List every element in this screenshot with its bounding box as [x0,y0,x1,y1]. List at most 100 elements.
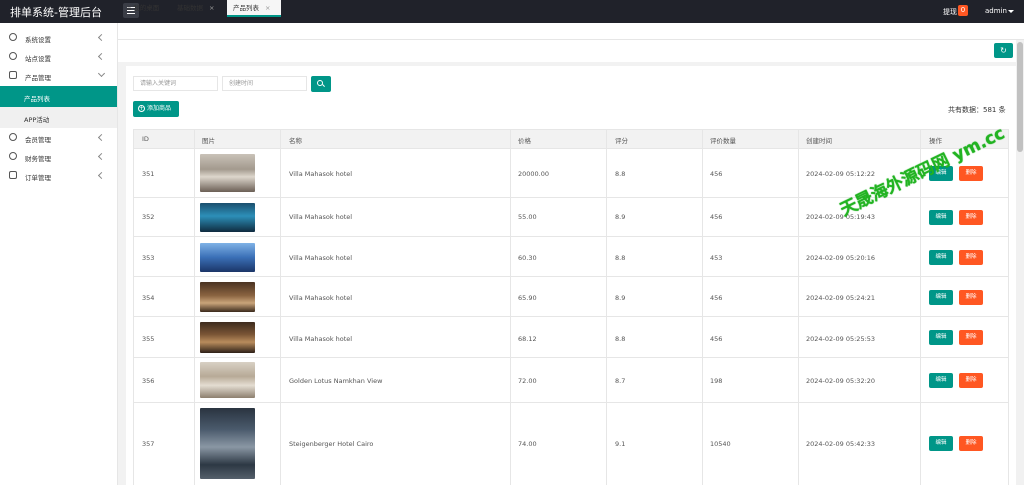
created-time-input[interactable]: 创建时间 [222,76,307,91]
search-button[interactable] [311,76,331,92]
close-icon[interactable]: × [209,4,214,12]
notice-count-badge: 0 [958,5,968,16]
tab-bar [118,23,1024,40]
chevron-down-icon [1008,10,1014,13]
cell-id: 354 [142,294,155,302]
col-header-created: 创建时间 [806,137,832,145]
sidebar-subitem-product-list[interactable]: 产品列表 [0,86,117,107]
cell-price: 72.00 [518,377,537,385]
sidebar-item-member-management[interactable]: 会员管理 [0,129,118,147]
cell-name: Golden Lotus Namkhan View [289,377,383,385]
table-row [133,317,1009,358]
col-header-name: 名称 [289,137,302,145]
cell-rating: 8.9 [615,294,626,302]
cell-id: 351 [142,170,155,178]
cell-name: Villa Mahasok hotel [289,170,353,178]
cell-name: Steigenberger Hotel Cairo [289,440,374,448]
chevron-left-icon [97,52,106,61]
close-icon[interactable]: × [265,4,270,12]
cell-created: 2024-02-09 05:12:22 [806,170,876,178]
table-row [133,237,1009,277]
edit-button[interactable]: 编辑 [929,373,953,388]
cell-rating: 8.8 [615,254,626,262]
cell-name: Villa Mahasok hotel [289,213,353,221]
edit-button[interactable]: 编辑 [929,330,953,345]
refresh-button[interactable]: ↻ [994,43,1013,58]
product-image[interactable] [200,243,255,272]
cell-id: 352 [142,213,155,221]
delete-button[interactable]: 删除 [959,166,983,181]
edit-button[interactable]: 编辑 [929,436,953,451]
cell-id: 353 [142,254,155,262]
scrollbar-thumb[interactable] [1017,42,1023,152]
sidebar-item-site-settings[interactable]: 站点设置 [0,48,118,66]
cell-created: 2024-02-09 05:42:33 [806,440,876,448]
chevron-left-icon [97,33,106,42]
box-icon [9,71,17,79]
tab-my-desktop[interactable]: ⌂ 我的桌面 [124,0,172,17]
withdraw-notice-link[interactable]: 提现 [943,7,957,17]
sidebar-subitem-app-activity[interactable]: APP活动 [0,107,117,128]
sidebar-item-order-management[interactable]: 订单管理 [0,167,118,185]
add-product-button[interactable]: + 添加商品 [133,101,179,117]
sidebar-item-finance-management[interactable]: 财务管理 [0,148,118,166]
product-image[interactable] [200,362,255,398]
delete-button[interactable]: 删除 [959,250,983,265]
delete-button[interactable]: 删除 [959,210,983,225]
delete-button[interactable]: 删除 [959,330,983,345]
sidebar-item-label: 系统设置 [25,36,51,44]
edit-button[interactable]: 编辑 [929,290,953,305]
cell-price: 68.12 [518,335,537,343]
product-image[interactable] [200,408,255,479]
user-icon [9,133,17,141]
cell-name: Villa Mahasok hotel [289,254,353,262]
sidebar-item-system-settings[interactable]: 系统设置 [0,29,118,47]
cell-created: 2024-02-09 05:25:53 [806,335,876,343]
chevron-down-icon [97,69,106,78]
cell-reviews: 456 [710,170,723,178]
plus-icon: + [138,105,145,112]
user-menu[interactable]: admin [985,7,1007,15]
cell-price: 74.00 [518,440,537,448]
chevron-left-icon [97,152,106,161]
app-title: 排单系统-管理后台 [10,6,102,19]
tab-label: 基础数据 [177,4,203,12]
tab-basic-data[interactable]: 基础数据 × [173,0,221,17]
settings-icon [9,52,17,60]
product-image[interactable] [200,203,255,232]
cell-price: 65.90 [518,294,537,302]
add-product-label: 添加商品 [147,105,172,112]
tab-label: 我的桌面 [133,4,160,12]
product-image[interactable] [200,154,255,192]
chevron-left-icon [97,133,106,142]
cell-id: 357 [142,440,155,448]
keyword-input[interactable]: 请输入关键词 [133,76,218,91]
cell-rating: 8.8 [615,170,626,178]
sidebar-item-label: 订单管理 [25,174,51,182]
total-count: 共有数据：581 条 [948,106,1006,114]
content-header [118,40,1024,62]
cell-price: 60.30 [518,254,537,262]
col-header-id: ID [142,135,149,143]
product-image[interactable] [200,282,255,312]
cell-price: 55.00 [518,213,537,221]
cell-id: 356 [142,377,155,385]
sidebar-item-label: 会员管理 [25,136,51,144]
delete-button[interactable]: 删除 [959,290,983,305]
table-header [133,129,1009,149]
edit-button[interactable]: 编辑 [929,250,953,265]
product-image[interactable] [200,322,255,353]
edit-button[interactable]: 编辑 [929,210,953,225]
yen-icon [9,152,17,160]
table-row [133,403,1009,485]
tab-product-list[interactable]: 产品列表 × [227,0,281,17]
sidebar-item-label: 财务管理 [25,155,51,163]
sidebar-item-product-management[interactable]: 产品管理 [0,67,118,85]
sidebar-item-label: 站点设置 [25,55,51,63]
table-row [133,277,1009,317]
tab-label: 产品列表 [233,4,259,12]
delete-button[interactable]: 删除 [959,436,983,451]
delete-button[interactable]: 删除 [959,373,983,388]
gear-icon [9,33,17,41]
cell-rating: 8.8 [615,335,626,343]
